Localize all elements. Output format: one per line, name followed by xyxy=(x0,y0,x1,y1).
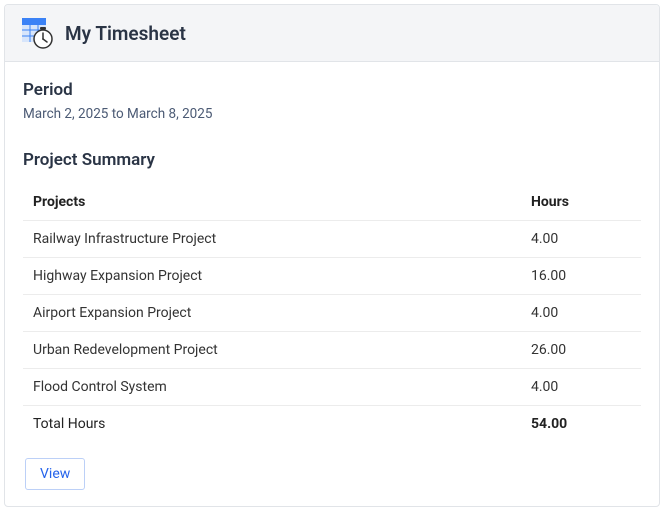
card-body: Period March 2, 2025 to March 8, 2025 Pr… xyxy=(5,62,659,506)
project-name: Airport Expansion Project xyxy=(23,295,521,332)
project-hours: 4.00 xyxy=(521,221,641,258)
project-name: Flood Control System xyxy=(23,369,521,406)
project-hours: 26.00 xyxy=(521,332,641,369)
period-label: Period xyxy=(23,80,641,100)
table-row: Airport Expansion Project 4.00 xyxy=(23,295,641,332)
period-value: March 2, 2025 to March 8, 2025 xyxy=(23,106,641,122)
project-summary-table: Projects Hours Railway Infrastructure Pr… xyxy=(23,184,641,442)
total-hours: 54.00 xyxy=(521,406,641,443)
project-name: Urban Redevelopment Project xyxy=(23,332,521,369)
project-hours: 4.00 xyxy=(521,369,641,406)
total-row: Total Hours 54.00 xyxy=(23,406,641,443)
timesheet-icon xyxy=(21,17,53,49)
card-title: My Timesheet xyxy=(65,22,186,45)
total-label: Total Hours xyxy=(23,406,521,443)
table-row: Railway Infrastructure Project 4.00 xyxy=(23,221,641,258)
table-row: Flood Control System 4.00 xyxy=(23,369,641,406)
summary-title: Project Summary xyxy=(23,150,641,170)
view-button[interactable]: View xyxy=(25,458,85,490)
col-hours: Hours xyxy=(521,184,641,221)
project-hours: 16.00 xyxy=(521,258,641,295)
col-projects: Projects xyxy=(23,184,521,221)
table-row: Highway Expansion Project 16.00 xyxy=(23,258,641,295)
project-name: Railway Infrastructure Project xyxy=(23,221,521,258)
timesheet-card: My Timesheet Period March 2, 2025 to Mar… xyxy=(4,4,660,507)
card-header: My Timesheet xyxy=(5,5,659,62)
project-hours: 4.00 xyxy=(521,295,641,332)
table-row: Urban Redevelopment Project 26.00 xyxy=(23,332,641,369)
project-name: Highway Expansion Project xyxy=(23,258,521,295)
